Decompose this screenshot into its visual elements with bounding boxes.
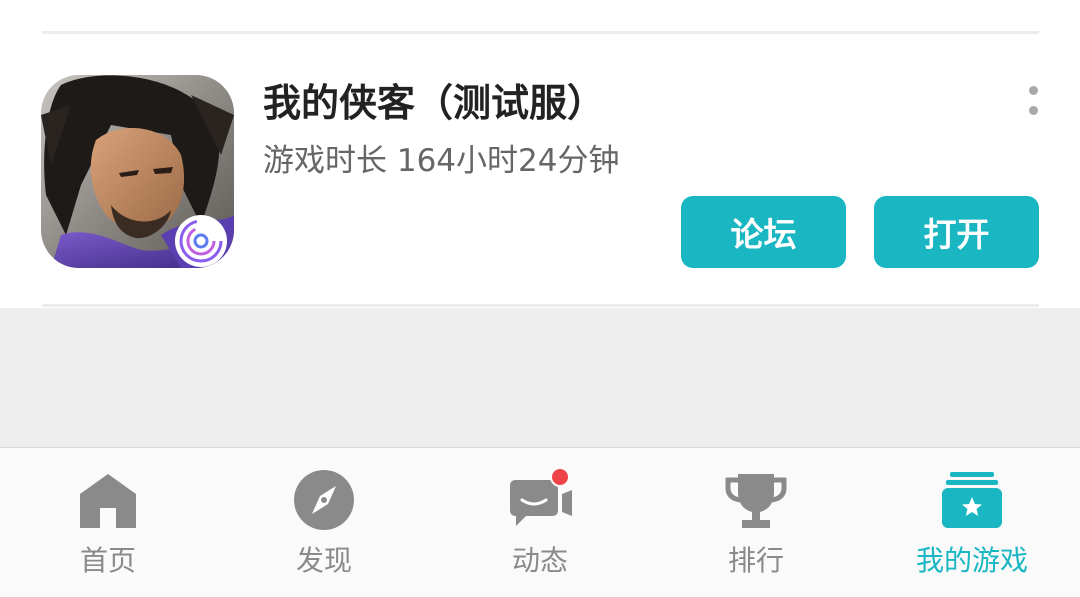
warrior-portrait-icon [41, 75, 234, 268]
tab-label: 动态 [511, 544, 568, 577]
game-library-star-icon [942, 472, 1002, 528]
empty-content-area [0, 308, 1080, 447]
compass-icon [294, 470, 354, 530]
more-options-button[interactable] [1018, 80, 1050, 124]
tab-ranking[interactable]: 排行 [648, 448, 864, 597]
top-divider [42, 31, 1039, 34]
trophy-icon [725, 474, 787, 528]
forum-button[interactable]: 论坛 [681, 196, 846, 268]
tab-label: 我的游戏 [915, 544, 1028, 577]
game-title: 我的侠客（测试服） [263, 81, 606, 125]
game-card: 我的侠客（测试服） 游戏时长 164小时24分钟 论坛 打开 [0, 0, 1080, 308]
tab-label: 发现 [295, 544, 352, 577]
bottom-divider [42, 304, 1039, 307]
home-icon [80, 474, 136, 528]
tab-discover[interactable]: 发现 [216, 448, 432, 597]
more-dot-icon [1029, 86, 1038, 95]
chat-bubbles-icon [510, 468, 572, 526]
tab-feed[interactable]: 动态 [432, 448, 648, 597]
bottom-tab-bar: 首页 发现 动态 排行 我的游戏 [0, 447, 1080, 596]
game-icon[interactable] [41, 75, 234, 268]
open-button[interactable]: 打开 [874, 196, 1039, 268]
more-dot-icon [1029, 106, 1038, 115]
tab-my-games[interactable]: 我的游戏 [864, 448, 1080, 597]
tab-home[interactable]: 首页 [0, 448, 216, 597]
notification-badge [550, 468, 570, 487]
tab-label: 首页 [79, 544, 136, 577]
playtime-text: 游戏时长 164小时24分钟 [263, 143, 620, 179]
tab-label: 排行 [727, 544, 784, 577]
